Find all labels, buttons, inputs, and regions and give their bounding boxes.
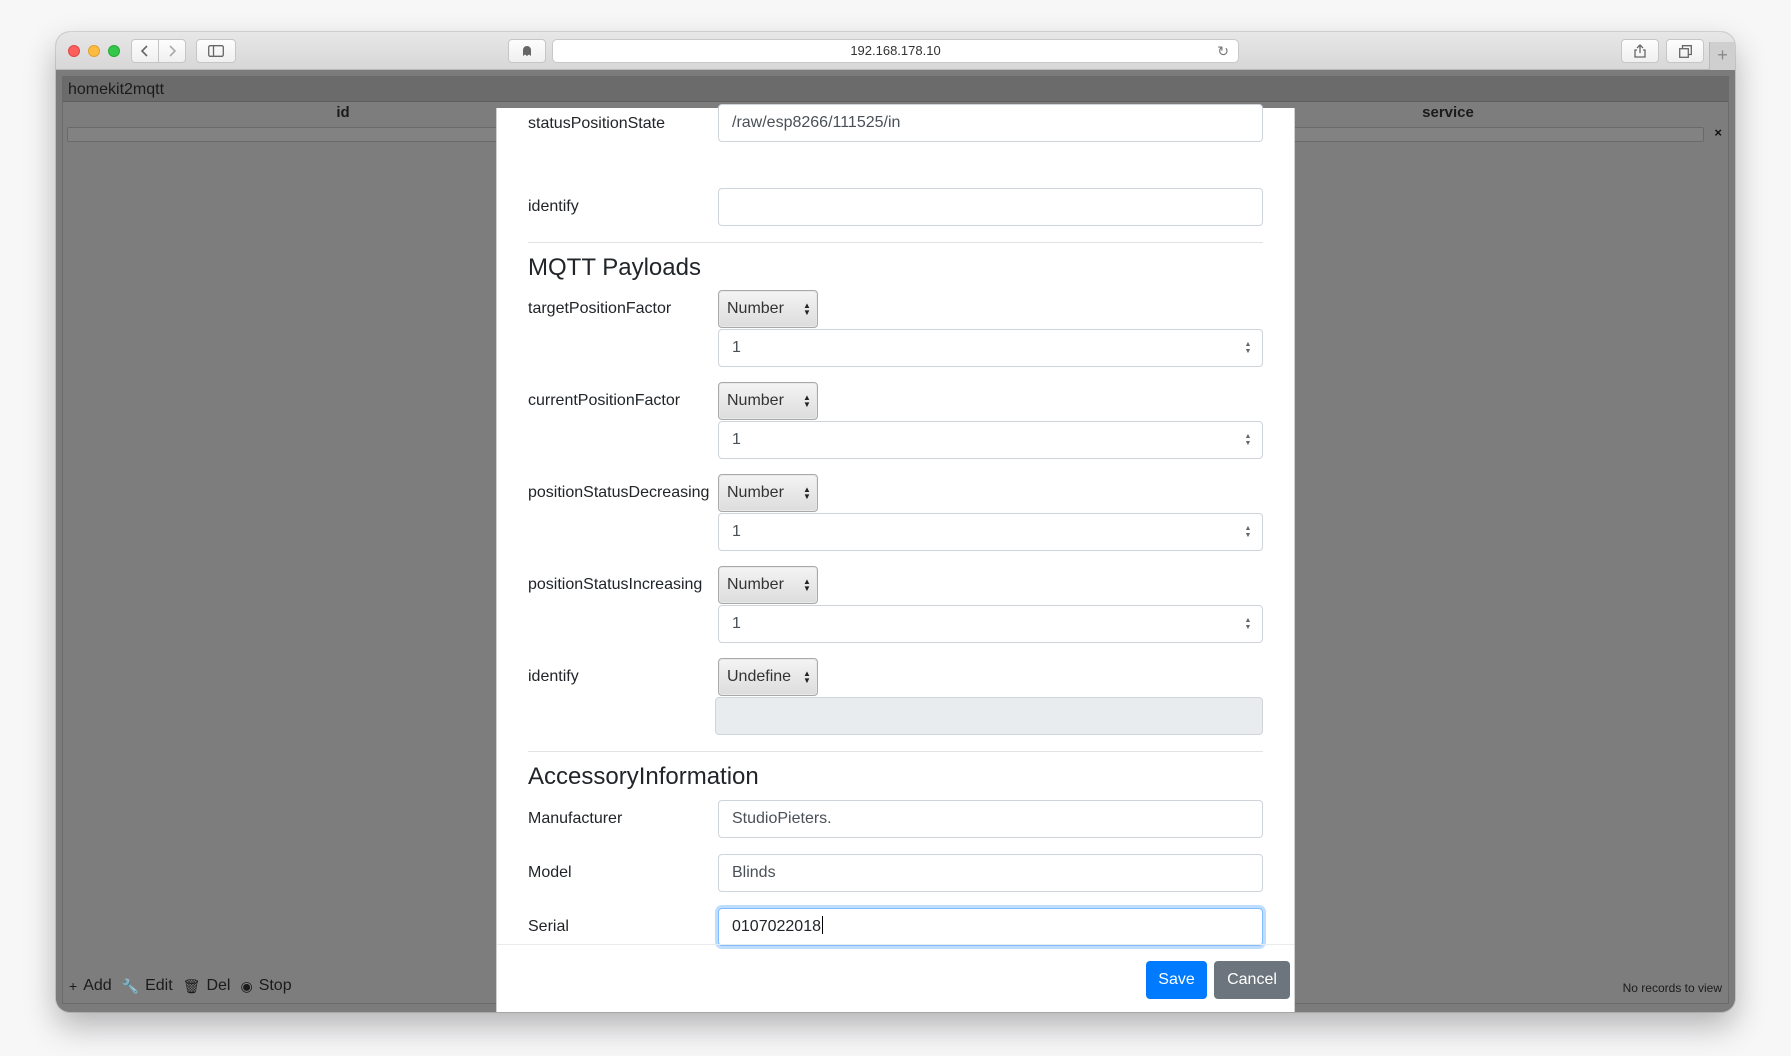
payload-value-input[interactable]: 1 ▲ ▼ (718, 605, 1263, 643)
payload-type-value: Number (727, 576, 784, 593)
payload-value: 1 (732, 615, 741, 632)
sidebar-toggle-button[interactable] (196, 39, 236, 63)
new-tab-button[interactable]: + (1709, 42, 1735, 70)
stepper-icon[interactable]: ▲ ▼ (1244, 615, 1252, 633)
identify-topic-label: identify (528, 198, 579, 215)
ghost-icon (523, 46, 531, 56)
privacy-button[interactable] (508, 39, 546, 63)
edit-accessory-dialog: statusPositionState /raw/esp8266/111525/… (496, 104, 1295, 1012)
stepper-icon[interactable]: ▲ ▼ (1244, 339, 1252, 357)
status-position-state-label: statusPositionState (528, 115, 665, 132)
cancel-button[interactable]: Cancel (1214, 961, 1290, 999)
select-arrows-icon: ▲ ▼ (803, 393, 811, 409)
plus-icon: + (69, 978, 78, 994)
back-button[interactable] (131, 39, 159, 63)
delete-button[interactable]: 🗑 Del (183, 977, 231, 995)
mqtt-payloads-title: MQTT Payloads (528, 254, 701, 281)
model-input[interactable]: Blinds (718, 854, 1263, 892)
stop-label: Stop (258, 977, 292, 994)
page-backdrop: homekit2mqtt id service × + Add 🔧 Edit 🗑… (56, 70, 1735, 1012)
payload-type-value: Number (727, 300, 784, 317)
add-button[interactable]: + Add (69, 977, 112, 995)
payload-type-select[interactable]: Number ▲ ▼ (718, 382, 818, 420)
text-caret (821, 916, 823, 934)
edit-button[interactable]: 🔧 Edit (122, 977, 173, 995)
edit-label: Edit (145, 977, 173, 994)
payload-value: 1 (732, 523, 741, 540)
identify-payload-input (715, 697, 1263, 735)
payload-type-value: Undefine (727, 668, 792, 685)
tabs-icon (1678, 44, 1692, 58)
payload-type-select[interactable]: Number ▲ ▼ (718, 474, 818, 512)
payload-label: positionStatusDecreasing (528, 484, 710, 501)
payload-value-input[interactable]: 1 ▲ ▼ (718, 421, 1263, 459)
stepper-icon[interactable]: ▲ ▼ (1244, 523, 1252, 541)
trash-icon: 🗑 (182, 977, 201, 994)
grid-actions: + Add 🔧 Edit 🗑 Del ◉ Stop (69, 977, 292, 995)
payload-label: identify (528, 668, 579, 685)
title-bar: 192.168.178.10 ↻ + (56, 32, 1735, 70)
share-icon (1634, 44, 1646, 58)
payload-value-input[interactable]: 1 ▲ ▼ (718, 329, 1263, 367)
serial-input[interactable]: 0107022018 (718, 908, 1263, 946)
save-button[interactable]: Save (1146, 961, 1207, 999)
history-nav (131, 39, 187, 63)
add-label: Add (83, 977, 112, 994)
payload-type-value: Number (727, 484, 784, 501)
address-bar[interactable]: 192.168.178.10 ↻ (552, 39, 1239, 63)
zoom-window-button[interactable] (108, 45, 120, 57)
payload-value-input[interactable]: 1 ▲ ▼ (718, 513, 1263, 551)
dialog-footer: Save Cancel (497, 944, 1294, 1012)
payload-label: positionStatusIncreasing (528, 576, 703, 593)
serial-label: Serial (528, 918, 569, 935)
grid-caption: homekit2mqtt (63, 77, 1728, 102)
select-arrows-icon: ▲ ▼ (803, 485, 811, 501)
clear-filter-icon[interactable]: × (1714, 125, 1722, 140)
manufacturer-input[interactable]: StudioPieters. (718, 800, 1263, 838)
payload-type-select[interactable]: Number ▲ ▼ (718, 290, 818, 328)
select-arrows-icon: ▲ ▼ (803, 669, 811, 685)
tabs-button[interactable] (1666, 39, 1704, 63)
divider (528, 751, 1263, 752)
records-count: No records to view (1622, 981, 1722, 995)
stepper-icon[interactable]: ▲ ▼ (1244, 431, 1252, 449)
select-arrows-icon: ▲ ▼ (803, 577, 811, 593)
identify-topic-input[interactable] (718, 188, 1263, 226)
minimize-window-button[interactable] (88, 45, 100, 57)
payload-type-value: Number (727, 392, 784, 409)
wrench-icon: 🔧 (121, 977, 140, 994)
stop-icon: ◉ (240, 977, 253, 994)
share-button[interactable] (1621, 39, 1659, 63)
sidebar-icon (208, 45, 224, 57)
model-label: Model (528, 864, 572, 881)
payload-label: currentPositionFactor (528, 392, 681, 409)
status-position-state-input[interactable]: /raw/esp8266/111525/in (718, 104, 1263, 142)
payload-type-select[interactable]: Undefine ▲ ▼ (718, 658, 818, 696)
serial-value: 0107022018 (732, 918, 821, 935)
chevron-left-icon (141, 45, 148, 57)
address-text: 192.168.178.10 (850, 43, 941, 58)
divider (528, 242, 1263, 243)
payload-type-select[interactable]: Number ▲ ▼ (718, 566, 818, 604)
forward-button[interactable] (158, 39, 186, 63)
chevron-right-icon (169, 45, 176, 57)
manufacturer-label: Manufacturer (528, 810, 623, 827)
payload-value: 1 (732, 339, 741, 356)
reload-icon[interactable]: ↻ (1217, 40, 1229, 62)
delete-label: Del (206, 977, 231, 994)
stop-button[interactable]: ◉ Stop (240, 977, 291, 995)
accessory-information-title: AccessoryInformation (528, 763, 759, 790)
select-arrows-icon: ▲ ▼ (803, 301, 811, 317)
payload-label: targetPositionFactor (528, 300, 672, 317)
payload-value: 1 (732, 431, 741, 448)
close-window-button[interactable] (68, 45, 80, 57)
browser-window: 192.168.178.10 ↻ + homekit2mqtt id servi… (56, 32, 1735, 1012)
